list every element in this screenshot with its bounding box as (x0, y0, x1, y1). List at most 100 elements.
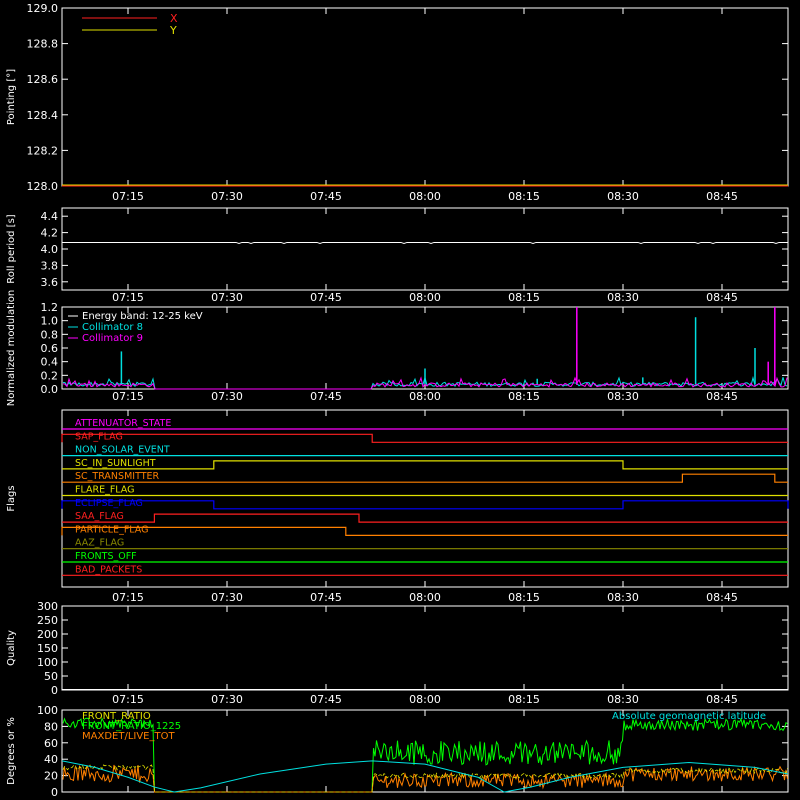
x-tick-label: 07:30 (211, 190, 243, 203)
x-tick-label: 08:00 (409, 390, 441, 403)
x-tick-label: 08:45 (706, 291, 738, 304)
x-tick-label: 08:15 (508, 291, 540, 304)
y-tick-label: 3.6 (41, 276, 59, 289)
panel-4: 07:15 07:30 07:45 08:00 08:15 08:30 08:45 Flags… (6, 409, 789, 604)
x-tick-label: 07:15 (112, 291, 144, 304)
quicklook-figure: 07:15 07:30 07:45 08:00 08:15 08:30 08:45 Point… (6, 2, 789, 799)
y-tick-label: 4.4 (41, 210, 59, 223)
roll-period-series (62, 241, 788, 244)
y-tick-label: 128.0 (27, 180, 59, 193)
flag-label: ATTENUATOR_STATE (75, 418, 171, 429)
y-tick-label: 40 (44, 753, 58, 766)
flag-label: ECLIPSE_FLAG (75, 498, 143, 509)
y-tick-label: 1.0 (41, 315, 59, 328)
x-tick-label: 08:30 (607, 390, 639, 403)
y-tick-label: 250 (37, 614, 58, 627)
x-tick-label: 07:45 (310, 693, 342, 706)
x-tick-label: 08:45 (706, 190, 738, 203)
y-tick-label: 128.6 (27, 73, 59, 86)
flag-label: SAP_FLAG (75, 431, 123, 442)
legend-label: Absolute geomagnetic latitude (612, 711, 766, 722)
y-tick-label: 129.0 (27, 2, 59, 15)
y-tick-label: 0.4 (41, 356, 59, 369)
x-tick-label: 08:45 (706, 693, 738, 706)
flag-label: AAZ_FLAG (75, 538, 124, 549)
legend-label: Energy band: 12-25 keV (82, 311, 203, 322)
flag-label: SC_TRANSMITTER (75, 471, 160, 482)
x-tick-label: 08:30 (607, 291, 639, 304)
y-tick-label: 3.8 (41, 259, 59, 272)
y-axis-label: Quality (6, 630, 17, 666)
y-axis-label: Roll period [s] (6, 214, 17, 283)
x-tick-label: 08:45 (706, 390, 738, 403)
y-tick-label: 0 (51, 684, 58, 697)
y-tick-label: 100 (37, 656, 58, 669)
x-tick-label: 07:30 (211, 390, 243, 403)
flag-line-eclipse-flag (61, 500, 789, 510)
x-tick-label: 08:15 (508, 390, 540, 403)
x-tick-label: 08:30 (607, 190, 639, 203)
y-axis-label: Flags (6, 485, 17, 511)
x-tick-label: 08:30 (607, 591, 639, 604)
x-tick-label: 07:15 (112, 693, 144, 706)
y-tick-label: 4.0 (41, 243, 59, 256)
y-axis-label: Degrees or % (6, 717, 17, 785)
y-tick-label: 0.6 (41, 342, 59, 355)
x-tick-label: 07:30 (211, 591, 243, 604)
y-tick-label: 128.4 (27, 109, 59, 122)
y-tick-label: 100 (37, 704, 58, 717)
flag-label: BAD_PACKETS (75, 564, 142, 575)
x-tick-label: 08:45 (706, 591, 738, 604)
x-tick-label: 07:45 (310, 591, 342, 604)
panel-frame (61, 207, 789, 291)
x-tick-label: 08:00 (409, 190, 441, 203)
y-tick-label: 20 (44, 770, 58, 783)
y-tick-label: 0.0 (41, 383, 59, 396)
panel-3: 07:15 07:30 07:45 08:00 08:15 08:30 08:45 Norma… (6, 290, 789, 407)
flag-line-particle-flag (61, 526, 788, 537)
x-tick-label: 07:30 (211, 291, 243, 304)
flag-line-sc-in-sunlight (62, 460, 788, 470)
flag-label: NON_SOLAR_EVENT (75, 445, 170, 456)
y-tick-label: 1.2 (41, 301, 59, 314)
y-tick-label: 128.8 (27, 38, 59, 51)
x-tick-label: 07:15 (112, 591, 144, 604)
flag-line-sc-transmitter (62, 473, 788, 483)
x-tick-label: 07:45 (310, 390, 342, 403)
y-tick-label: 150 (37, 642, 58, 655)
x-tick-label: 08:15 (508, 693, 540, 706)
x-tick-label: 08:00 (409, 591, 441, 604)
x-tick-label: 08:00 (409, 291, 441, 304)
panel-frame (61, 605, 789, 691)
x-tick-label: 08:15 (508, 591, 540, 604)
y-tick-label: 200 (37, 628, 58, 641)
y-tick-label: 50 (44, 670, 58, 683)
legend-label: MAXDET/LIVE_TOT (82, 731, 175, 742)
y-tick-label: 4.2 (41, 227, 59, 240)
panel-6: Degrees or %100806040200FRONT_RATIOFRONT… (6, 704, 789, 799)
flag-label: SAA_FLAG (75, 511, 124, 522)
y-tick-label: 80 (44, 720, 58, 733)
y-tick-label: 0 (51, 786, 58, 799)
legend-label: Collimator 8 (82, 322, 143, 333)
flag-label: SC_IN_SUNLIGHT (75, 458, 156, 469)
x-tick-label: 08:15 (508, 190, 540, 203)
panel-frame (61, 409, 789, 588)
panel-2: 07:15 07:30 07:45 08:00 08:15 08:30 08:45 Roll … (6, 207, 789, 304)
x-tick-label: 07:15 (112, 190, 144, 203)
flag-label: FLARE_FLAG (75, 485, 135, 496)
x-tick-label: 07:30 (211, 693, 243, 706)
x-tick-label: 07:45 (310, 291, 342, 304)
panel-1: 07:15 07:30 07:45 08:00 08:15 08:30 08:45 Point… (6, 2, 789, 203)
y-tick-label: 0.2 (41, 369, 59, 382)
y-axis-label: Pointing [°] (6, 69, 17, 125)
x-tick-label: 08:30 (607, 693, 639, 706)
x-tick-label: 07:45 (310, 190, 342, 203)
y-axis-label: Normalized modulation (6, 290, 17, 407)
y-tick-label: 60 (44, 737, 58, 750)
flag-line-saa-flag (62, 513, 788, 523)
flag-label: FRONTS_OFF (75, 551, 137, 562)
panel-5: 07:15 07:30 07:45 08:00 08:15 08:30 08:45 Quali… (6, 600, 789, 706)
legend-label: Y (169, 24, 177, 37)
flag-line-sap-flag (61, 433, 788, 443)
